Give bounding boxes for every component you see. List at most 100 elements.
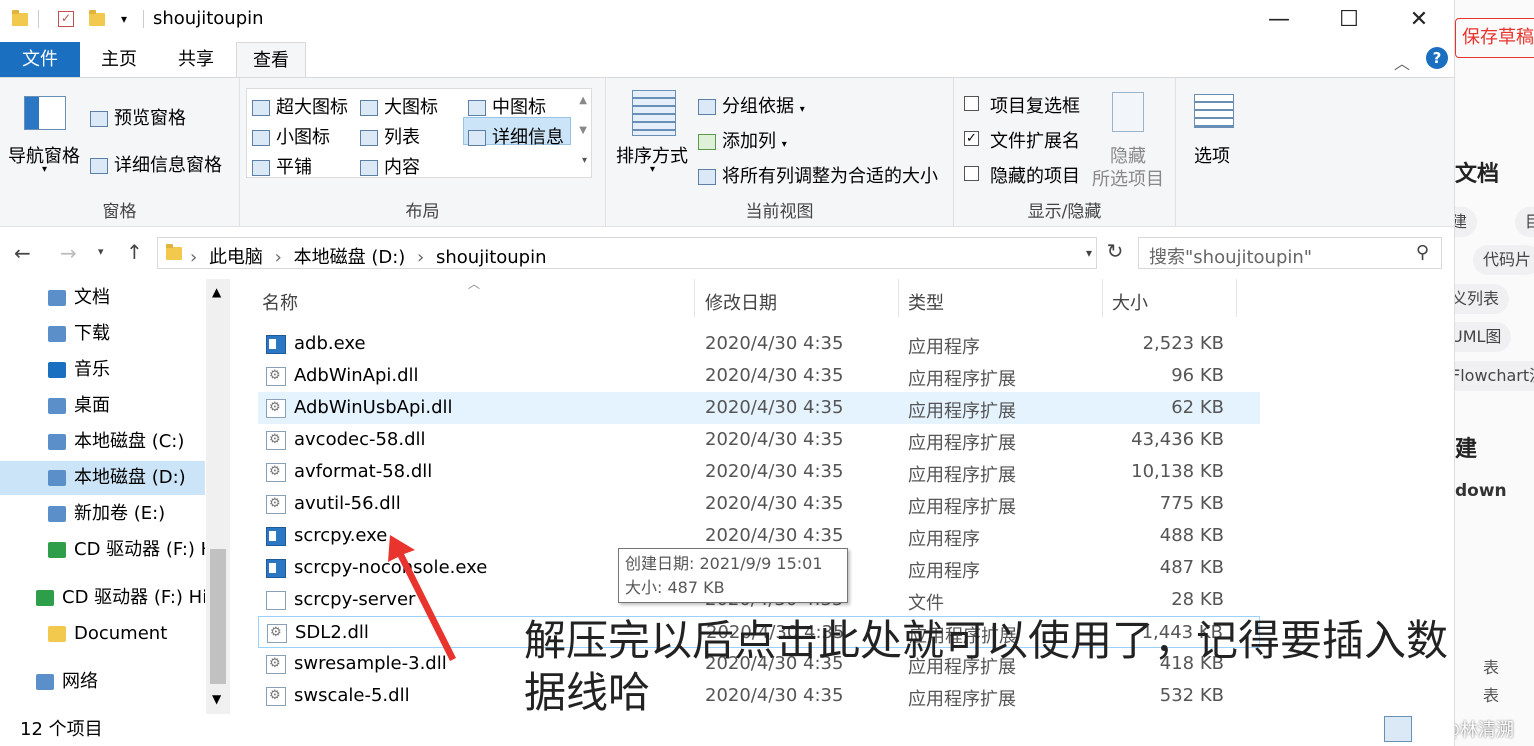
nav-item-label: 下载 (74, 323, 110, 344)
properties-icon[interactable]: ✓ (55, 7, 77, 31)
layout-tiles[interactable]: 平铺 (252, 153, 312, 179)
side-pill-uml[interactable]: UML图 (1455, 322, 1512, 352)
file-row[interactable]: AdbWinApi.dll 2020/4/30 4:35 应用程序扩展 96 KB (258, 360, 1260, 392)
file-extensions-checkbox[interactable]: ✓ (964, 131, 979, 146)
side-pill-create[interactable]: 建 (1455, 207, 1478, 237)
size-all-columns-button[interactable]: 将所有列调整为合适的大小 (698, 162, 938, 188)
layout-medium-icons[interactable]: 中图标 (468, 93, 546, 119)
breadcrumb: › 此电脑 › 本地磁盘 (D:) › shoujitoupin (190, 247, 547, 268)
nav-item-4[interactable]: 本地磁盘 (C:) (0, 425, 205, 459)
file-row[interactable]: avutil-56.dll 2020/4/30 4:35 应用程序扩展 775 KB (258, 488, 1260, 520)
nav-item-2[interactable]: 音乐 (0, 353, 205, 387)
forward-icon[interactable]: → (60, 241, 77, 265)
address-dropdown-icon[interactable]: ▾ (1086, 246, 1092, 260)
application-icon (266, 335, 286, 354)
ribbon-tabs: 文件 主页 共享 查看 ︿ ? (0, 38, 1454, 78)
layout-list[interactable]: 列表 (360, 123, 420, 149)
nav-scrollbar[interactable]: ▲ ▼ (206, 279, 230, 714)
tiles-icon (252, 160, 270, 176)
editor-side-panel: 保存草稿 文档 建 目录 代码片 义列表 UML图 Flowchart流 建 d… (1454, 0, 1534, 746)
side-pill-flowchart[interactable]: Flowchart流 (1455, 361, 1534, 391)
dll-file-icon (266, 655, 286, 674)
help-icon[interactable]: ? (1426, 47, 1448, 69)
details-view-toggle-icon[interactable] (1384, 716, 1412, 742)
search-input[interactable]: 搜索"shoujitoupin" ⚲ (1138, 237, 1442, 269)
side-pill-toc[interactable]: 目录 (1515, 207, 1534, 237)
collapse-ribbon-icon[interactable]: ︿ (1394, 50, 1410, 74)
breadcrumb-drive-d[interactable]: 本地磁盘 (D:) (294, 247, 406, 268)
layout-content[interactable]: 内容 (360, 153, 420, 179)
item-checkboxes-checkbox[interactable] (964, 96, 979, 111)
column-header-type[interactable]: 类型 (908, 289, 944, 315)
scroll-down-icon[interactable]: ▼ (212, 692, 221, 706)
hidden-items-checkbox[interactable] (964, 166, 979, 181)
file-row[interactable]: adb.exe 2020/4/30 4:35 应用程序 2,523 KB (258, 328, 1260, 360)
tab-view[interactable]: 查看 (236, 42, 306, 78)
gallery-more-icon[interactable]: ▾ (582, 155, 587, 166)
nav-item-5[interactable]: 本地磁盘 (D:) (0, 461, 205, 495)
details-pane-button[interactable]: 详细信息窗格 (90, 151, 222, 177)
extra-large-icons-icon (252, 100, 270, 116)
refresh-icon[interactable]: ↻ (1100, 239, 1130, 269)
file-row[interactable]: AdbWinUsbApi.dll 2020/4/30 4:35 应用程序扩展 62 K… (258, 392, 1260, 424)
side-create-heading: 建 (1455, 437, 1478, 462)
file-row[interactable]: avformat-58.dll 2020/4/30 4:35 应用程序扩展 10,13… (258, 456, 1260, 488)
file-type: 应用程序 (908, 529, 980, 550)
back-icon[interactable]: ← (14, 241, 31, 265)
nav-scroll-thumb[interactable] (210, 549, 226, 684)
nav-item-label: 新加卷 (E:) (74, 503, 166, 524)
close-button[interactable]: ✕ (1384, 0, 1454, 38)
nav-item-3[interactable]: 桌面 (0, 389, 205, 423)
layout-extra-large-icons[interactable]: 超大图标 (252, 93, 348, 119)
new-folder-icon[interactable] (87, 7, 107, 31)
nav-item-7[interactable]: CD 驱动器 (F:) H (0, 533, 205, 567)
hide-selected-label-2[interactable]: 所选项目 (1092, 165, 1164, 191)
file-row[interactable]: avcodec-58.dll 2020/4/30 4:35 应用程序扩展 43,436… (258, 424, 1260, 456)
maximize-button[interactable]: ☐ (1314, 0, 1384, 38)
customize-toolbar-icon[interactable]: ▾ (115, 7, 133, 31)
file-size: 487 KB (1159, 557, 1224, 578)
tab-home[interactable]: 主页 (85, 42, 153, 77)
nav-item-10[interactable]: 网络 (0, 665, 205, 699)
column-header-size[interactable]: 大小 (1112, 289, 1148, 315)
scroll-up-icon[interactable]: ▲ (212, 285, 221, 299)
download-icon (48, 326, 66, 342)
group-by-button[interactable]: 分组依据 ▾ (698, 92, 805, 118)
side-pill-code[interactable]: 代码片 (1473, 245, 1534, 275)
layout-large-icons[interactable]: 大图标 (360, 93, 438, 119)
up-icon[interactable]: ↑ (126, 240, 143, 264)
gallery-up-icon[interactable]: ▲ (579, 95, 587, 106)
nav-item-6[interactable]: 新加卷 (E:) (0, 497, 205, 531)
file-size: 488 KB (1159, 525, 1224, 546)
tab-file[interactable]: 文件 (0, 42, 80, 77)
side-pill-deflist[interactable]: 义列表 (1455, 284, 1510, 314)
music-icon (48, 362, 66, 378)
hidden-items-label: 隐藏的项目 (990, 166, 1080, 187)
preview-pane-button[interactable]: 预览窗格 (90, 104, 186, 130)
layout-small-icons[interactable]: 小图标 (252, 123, 330, 149)
file-size: 62 KB (1171, 397, 1224, 418)
file-size: 775 KB (1159, 493, 1224, 514)
address-bar[interactable]: › 此电脑 › 本地磁盘 (D:) › shoujitoupin ▾ (157, 237, 1097, 269)
window-title: shoujitoupin (153, 8, 264, 29)
options-button[interactable]: 选项 (1194, 142, 1230, 168)
minimize-button[interactable]: — (1244, 0, 1314, 38)
column-header-date[interactable]: 修改日期 (705, 289, 777, 315)
column-header-name[interactable]: 名称 (262, 289, 298, 315)
nav-item-8[interactable]: CD 驱动器 (F:) HiS (0, 581, 205, 615)
nav-item-9[interactable]: Document (0, 617, 205, 651)
nav-item-0[interactable]: 文档 (0, 281, 205, 315)
file-size: 28 KB (1171, 589, 1224, 610)
nav-item-label: 网络 (62, 671, 98, 692)
breadcrumb-this-pc[interactable]: 此电脑 (209, 247, 263, 268)
cd-icon (36, 590, 54, 606)
recent-locations-icon[interactable]: ▾ (98, 245, 104, 258)
gallery-down-icon[interactable]: ▼ (579, 125, 587, 136)
layout-details[interactable]: 详细信息 (468, 123, 564, 149)
nav-item-1[interactable]: 下载 (0, 317, 205, 351)
save-draft-button[interactable]: 保存草稿 (1455, 18, 1534, 58)
tab-share[interactable]: 共享 (162, 42, 230, 77)
file-type: 应用程序扩展 (908, 465, 1016, 486)
breadcrumb-folder[interactable]: shoujitoupin (436, 247, 547, 268)
add-column-button[interactable]: 添加列 ▾ (698, 127, 787, 153)
